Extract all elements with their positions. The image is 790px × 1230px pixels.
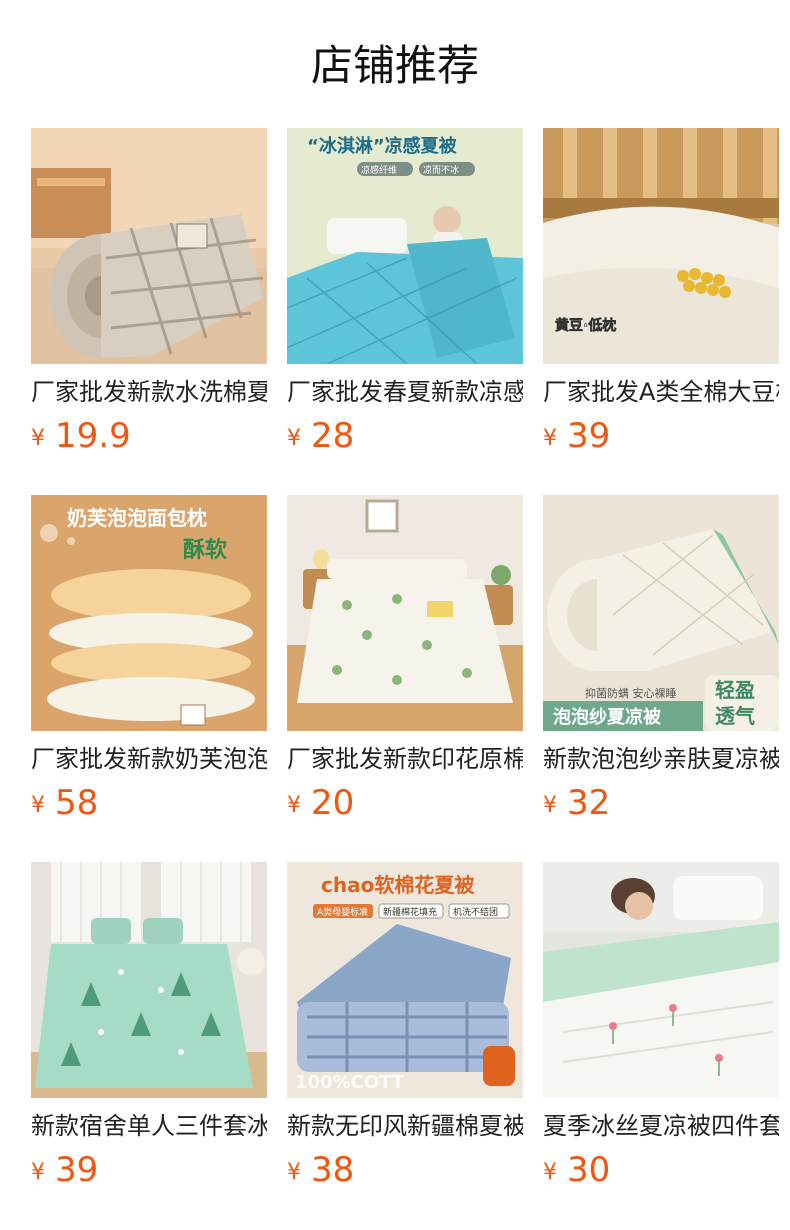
product-price: ¥39 <box>31 1150 98 1190</box>
price-value: 28 <box>311 416 355 456</box>
price-value: 19.9 <box>55 416 131 456</box>
price-value: 38 <box>311 1150 355 1190</box>
currency-symbol: ¥ <box>31 793 45 818</box>
product-price: ¥28 <box>287 416 354 456</box>
image-text: 新疆棉花填充 <box>383 906 437 918</box>
product-image[interactable]: 奶芙泡泡面包枕 酥软 <box>31 495 267 731</box>
currency-symbol: ¥ <box>543 1160 557 1185</box>
image-text: 奶芙泡泡面包枕 <box>67 506 207 530</box>
price-value: 20 <box>311 783 355 823</box>
image-text: chao软棉花夏被 <box>321 873 475 897</box>
product-card[interactable]: 厂家批发新款印花原棉床单 ¥20 <box>287 495 523 862</box>
product-image[interactable] <box>543 862 779 1098</box>
product-card[interactable]: 奶芙泡泡面包枕 酥软 厂家批发新款奶芙泡泡枕头 ¥58 <box>31 495 267 862</box>
product-image[interactable] <box>287 495 523 731</box>
image-text: 透气 <box>715 704 755 728</box>
product-image[interactable]: 黄豆·低枕 <box>543 128 779 364</box>
product-name[interactable]: 夏季冰丝夏凉被四件套 <box>543 1110 779 1142</box>
product-card[interactable]: 抑菌防螨 安心裸睡 泡泡纱夏凉被 轻盈 透气 新款泡泡纱亲肤夏凉被 ¥32 <box>543 495 779 862</box>
product-price: ¥32 <box>543 783 610 823</box>
product-card[interactable]: 夏季冰丝夏凉被四件套 ¥30 <box>543 862 779 1229</box>
image-text: 机洗不结团 <box>453 906 498 918</box>
product-price: ¥19.9 <box>31 416 131 456</box>
product-name[interactable]: 新款泡泡纱亲肤夏凉被 <box>543 743 779 775</box>
currency-symbol: ¥ <box>543 793 557 818</box>
product-image[interactable]: “冰淇淋”凉感夏被 凉感纤维 凉而不冰 <box>287 128 523 364</box>
product-price: ¥58 <box>31 783 98 823</box>
page-title: 店铺推荐 <box>310 41 479 90</box>
price-value: 30 <box>567 1150 611 1190</box>
product-price: ¥38 <box>287 1150 354 1190</box>
currency-symbol: ¥ <box>287 793 301 818</box>
product-name[interactable]: 厂家批发新款奶芙泡泡枕头 <box>31 743 267 775</box>
currency-symbol: ¥ <box>543 426 557 451</box>
image-text: 抑菌防螨 安心裸睡 <box>585 686 677 700</box>
product-name[interactable]: 厂家批发A类全棉大豆枕头 <box>543 376 779 408</box>
image-text: “冰淇淋”凉感夏被 <box>307 135 458 157</box>
image-text: 凉而不冰 <box>423 164 459 176</box>
currency-symbol: ¥ <box>287 426 301 451</box>
price-value: 39 <box>567 416 611 456</box>
product-name[interactable]: 厂家批发春夏新款凉感夏被 <box>287 376 523 408</box>
currency-symbol: ¥ <box>31 1160 45 1185</box>
price-value: 39 <box>55 1150 99 1190</box>
product-grid: 厂家批发新款水洗棉夏凉被 ¥19.9 “冰淇淋”凉感夏被 凉感纤维 凉而不冰 <box>31 128 779 1229</box>
product-image[interactable]: chao软棉花夏被 A类母婴标准 新疆棉花填充 机洗不结团 100%COTT <box>287 862 523 1098</box>
product-card[interactable]: 黄豆·低枕 厂家批发A类全棉大豆枕头 ¥39 <box>543 128 779 495</box>
price-value: 58 <box>55 783 99 823</box>
image-text: 凉感纤维 <box>361 164 397 176</box>
product-image[interactable] <box>31 128 267 364</box>
image-text: A类母婴标准 <box>317 906 368 918</box>
product-image[interactable] <box>31 862 267 1098</box>
image-text: 泡泡纱夏凉被 <box>553 706 662 728</box>
product-card[interactable]: 厂家批发新款水洗棉夏凉被 ¥19.9 <box>31 128 267 495</box>
product-price: ¥30 <box>543 1150 610 1190</box>
price-value: 32 <box>567 783 611 823</box>
product-card[interactable]: “冰淇淋”凉感夏被 凉感纤维 凉而不冰 厂家批发春夏新款凉感夏被 <box>287 128 523 495</box>
product-name[interactable]: 新款宿舍单人三件套冰丝凉席 <box>31 1110 267 1142</box>
currency-symbol: ¥ <box>31 426 45 451</box>
product-card[interactable]: 新款宿舍单人三件套冰丝凉席 ¥39 <box>31 862 267 1229</box>
product-name[interactable]: 厂家批发新款水洗棉夏凉被 <box>31 376 267 408</box>
product-name[interactable]: 新款无印风新疆棉夏被 <box>287 1110 523 1142</box>
product-card[interactable]: chao软棉花夏被 A类母婴标准 新疆棉花填充 机洗不结团 100%COTT 新… <box>287 862 523 1229</box>
image-text: 轻盈 <box>715 678 755 702</box>
product-image[interactable]: 抑菌防螨 安心裸睡 泡泡纱夏凉被 轻盈 透气 <box>543 495 779 731</box>
product-name[interactable]: 厂家批发新款印花原棉床单 <box>287 743 523 775</box>
image-text: 100%COTT <box>295 1072 405 1093</box>
image-text: 黄豆·低枕 <box>555 317 616 334</box>
product-price: ¥39 <box>543 416 610 456</box>
image-text: 酥软 <box>183 537 227 563</box>
product-price: ¥20 <box>287 783 354 823</box>
currency-symbol: ¥ <box>287 1160 301 1185</box>
